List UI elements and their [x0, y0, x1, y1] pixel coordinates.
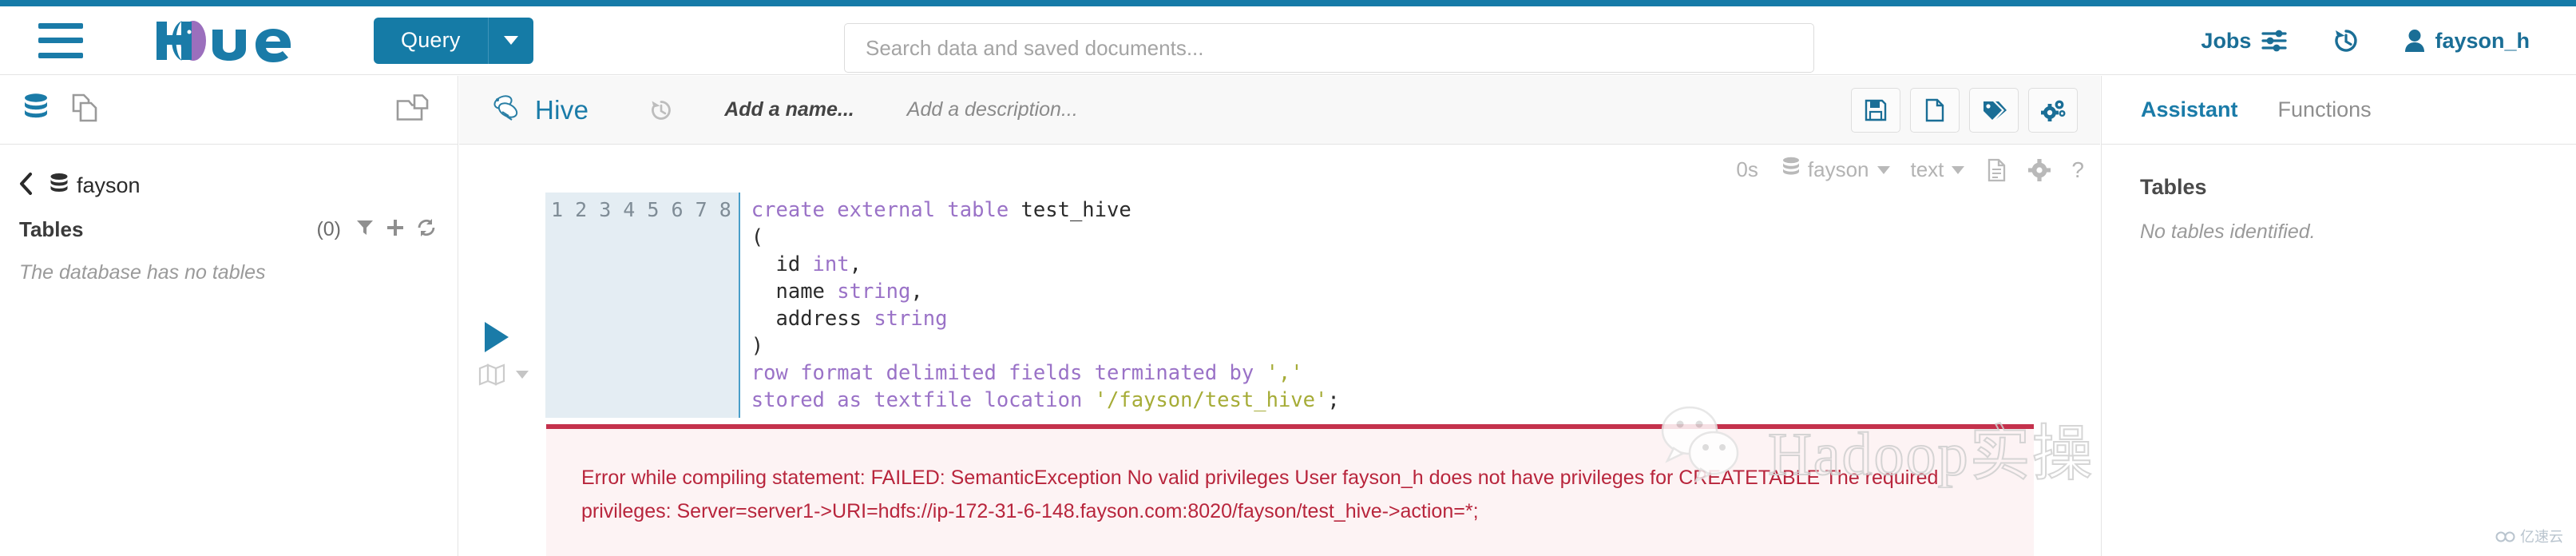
query-description-input[interactable]: Add a description...: [907, 98, 1078, 121]
tab-assistant[interactable]: Assistant: [2141, 97, 2238, 122]
left-sidebar: fayson Tables (0) The database has no ta…: [0, 145, 458, 556]
editor-engine[interactable]: Hive: [491, 91, 589, 129]
error-panel: Error while compiling statement: FAILED:…: [546, 424, 2034, 556]
database-name: fayson: [77, 173, 141, 197]
hue-logo[interactable]: [150, 17, 303, 65]
assistant-empty-message: No tables identified.: [2140, 220, 2316, 243]
editor-main: 0s fayson text ? 1 2 3 4 5 6 7 8 create …: [459, 145, 2100, 556]
sql-editor[interactable]: 1 2 3 4 5 6 7 8 create external table te…: [545, 193, 2100, 418]
assistant-tabs: Assistant Functions: [2101, 76, 2576, 145]
editor-engine-name: Hive: [535, 94, 589, 125]
caret-down-icon: [516, 371, 529, 379]
tables-count: (0): [316, 218, 341, 240]
sidebar-empty-message: The database has no tables: [19, 261, 266, 284]
elapsed-time: 0s: [1736, 157, 1758, 181]
database-icon[interactable]: [22, 93, 50, 127]
caret-down-icon: [1952, 165, 1965, 174]
caret-down-icon: [1877, 165, 1890, 174]
explain-button[interactable]: [478, 363, 545, 386]
file-lines-icon[interactable]: [1987, 158, 2007, 182]
gear-icon[interactable]: [2028, 158, 2051, 181]
sql-code[interactable]: create external table test_hive( id int,…: [740, 193, 1340, 418]
database-selector-value: fayson: [1807, 157, 1869, 181]
editor-actions: [1851, 87, 2078, 133]
top-accent-bar: [0, 0, 2576, 6]
search-input[interactable]: [844, 23, 1814, 73]
chevron-left-icon[interactable]: [18, 172, 35, 200]
user-menu[interactable]: fayson_h: [2404, 29, 2530, 54]
tables-header: Tables (0): [19, 217, 437, 242]
chevron-down-icon[interactable]: [489, 18, 533, 64]
run-query-button[interactable]: [485, 322, 509, 352]
open-folder-icon[interactable]: [395, 93, 430, 127]
hive-bee-icon: [491, 91, 525, 129]
help-icon[interactable]: ?: [2071, 157, 2084, 183]
assistant-panel: Tables No tables identified.: [2101, 145, 2576, 556]
jobs-label: Jobs: [2201, 28, 2252, 53]
tables-label: Tables: [19, 217, 84, 241]
editor-header: Hive Add a name... Add a description...: [459, 76, 2100, 145]
new-document-button[interactable]: [1910, 87, 1960, 133]
history-icon: [2332, 27, 2360, 54]
database-selector[interactable]: fayson: [1781, 156, 1890, 184]
assistant-tables-heading: Tables: [2140, 175, 2207, 199]
save-button[interactable]: [1851, 87, 1900, 133]
header-right-group: Jobs fayson_h: [2201, 6, 2530, 75]
editor-gutter-controls: [474, 322, 545, 386]
user-icon: [2404, 29, 2425, 53]
database-icon: [49, 172, 69, 200]
result-format-value: text: [1910, 157, 1944, 181]
left-panel-toolbar: [0, 76, 458, 145]
error-message: Error while compiling statement: FAILED:…: [581, 467, 1939, 522]
query-name-input[interactable]: Add a name...: [724, 98, 854, 121]
jobs-button[interactable]: Jobs: [2201, 29, 2288, 54]
query-button-label: Query: [401, 28, 461, 52]
documents-icon[interactable]: [70, 93, 99, 127]
execution-toolbar: 0s fayson text ?: [1736, 156, 2086, 184]
hue-editor-page: Query Jobs: [0, 0, 2576, 556]
breadcrumb[interactable]: fayson: [18, 172, 458, 200]
plus-icon[interactable]: [386, 218, 405, 241]
user-name: fayson_h: [2435, 28, 2530, 53]
map-icon: [478, 363, 505, 386]
database-icon: [1781, 156, 1801, 184]
settings-button[interactable]: [2028, 87, 2078, 133]
hamburger-icon[interactable]: [38, 22, 83, 58]
secondary-bar: Hive Add a name... Add a description...: [0, 76, 2576, 145]
app-header: Query Jobs: [0, 6, 2576, 75]
line-number-gutter: 1 2 3 4 5 6 7 8: [545, 193, 740, 418]
global-search[interactable]: [844, 23, 1814, 73]
sliders-icon: [2261, 29, 2288, 53]
history-icon[interactable]: [649, 98, 673, 122]
result-format-selector[interactable]: text: [1911, 157, 1965, 182]
tags-button[interactable]: [1969, 87, 2019, 133]
filter-icon[interactable]: [355, 218, 375, 241]
query-button[interactable]: Query: [374, 17, 533, 64]
refresh-icon[interactable]: [416, 218, 437, 241]
history-button[interactable]: [2332, 27, 2360, 54]
tab-functions[interactable]: Functions: [2278, 97, 2372, 122]
